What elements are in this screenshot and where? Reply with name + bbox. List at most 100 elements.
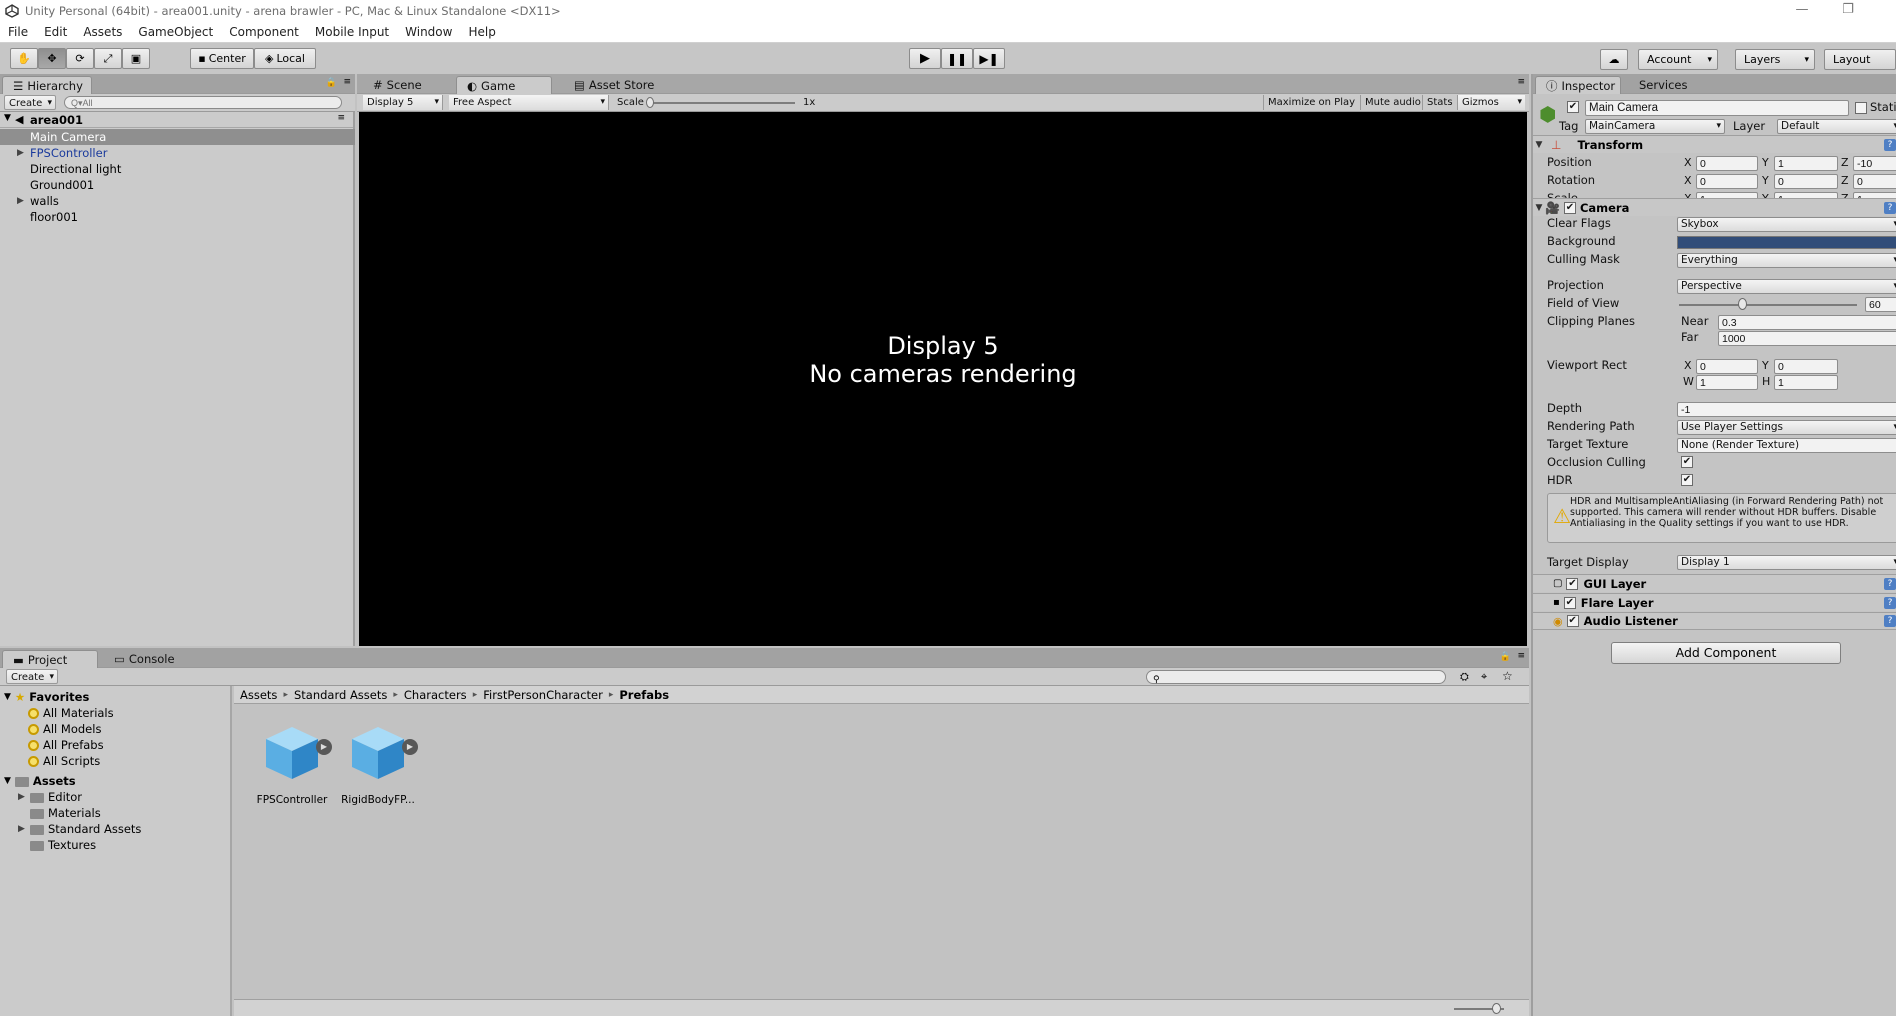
help-icon[interactable]: ? xyxy=(1884,201,1896,214)
breadcrumb-item[interactable]: Prefabs xyxy=(619,688,669,702)
favorites-header[interactable]: ▼ ★ Favorites xyxy=(4,690,89,704)
target-display-dropdown[interactable]: Display 1 xyxy=(1677,555,1896,570)
panel-menu-icon[interactable]: ≡ xyxy=(1517,77,1525,87)
gizmos-dropdown[interactable]: Gizmos xyxy=(1457,95,1525,110)
transform-z-input[interactable] xyxy=(1853,174,1896,189)
pause-button[interactable]: ❚❚ xyxy=(941,48,973,69)
scale-tool-button[interactable]: ⤢ xyxy=(94,48,122,69)
menu-assets[interactable]: Assets xyxy=(75,25,130,39)
projection-dropdown[interactable]: Perspective xyxy=(1677,279,1896,294)
audio-listener-header[interactable]: ◉ ✔ Audio Listener ? xyxy=(1533,612,1896,630)
folder-item[interactable]: Materials xyxy=(18,806,101,820)
layout-dropdown[interactable]: Layout xyxy=(1824,49,1896,70)
breadcrumb-item[interactable]: Standard Assets xyxy=(294,688,387,702)
rotate-tool-button[interactable]: ⟳ xyxy=(66,48,94,69)
rendering-path-dropdown[interactable]: Use Player Settings xyxy=(1677,420,1896,435)
hierarchy-create-button[interactable]: Create xyxy=(4,95,56,111)
culling-mask-dropdown[interactable]: Everything xyxy=(1677,253,1896,268)
menu-file[interactable]: File xyxy=(0,25,36,39)
flare-layer-checkbox[interactable]: ✔ xyxy=(1563,596,1576,609)
expand-prefab-icon[interactable]: ▶ xyxy=(316,739,332,755)
gui-layer-checkbox[interactable]: ✔ xyxy=(1566,577,1579,590)
asset-item-rigidbodyfp[interactable]: ▶ RigidBodyFP... xyxy=(336,723,420,806)
transform-z-input[interactable] xyxy=(1853,156,1896,171)
tab-scene[interactable]: # Scene xyxy=(363,76,432,94)
viewport-w-input[interactable] xyxy=(1696,375,1758,390)
transform-x-input[interactable] xyxy=(1696,156,1758,171)
background-color-field[interactable] xyxy=(1677,236,1896,249)
object-name-input[interactable] xyxy=(1585,100,1849,116)
menu-window[interactable]: Window xyxy=(397,25,460,39)
viewport-h-input[interactable] xyxy=(1774,375,1838,390)
lock-icon[interactable]: 🔒 xyxy=(326,78,337,88)
tab-asset-store[interactable]: ▤ Asset Store xyxy=(564,76,664,94)
audio-listener-checkbox[interactable]: ✔ xyxy=(1566,615,1579,627)
project-search-input[interactable]: ⚲ xyxy=(1146,670,1446,685)
expand-arrow-icon[interactable]: ▶ xyxy=(17,145,24,161)
help-icon[interactable]: ? xyxy=(1884,577,1896,590)
near-input[interactable] xyxy=(1718,315,1896,330)
tag-dropdown[interactable]: MainCamera xyxy=(1585,119,1725,134)
layers-dropdown[interactable]: Layers ▾ xyxy=(1735,49,1815,70)
panel-menu-icon[interactable]: ≡ xyxy=(1517,651,1525,661)
expand-arrow-icon[interactable]: ▼ xyxy=(1533,140,1545,150)
help-icon[interactable]: ? xyxy=(1884,138,1896,151)
fov-input[interactable] xyxy=(1865,297,1896,312)
expand-arrow-icon[interactable]: ▼ xyxy=(4,692,11,702)
folder-item[interactable]: ▶ Standard Assets xyxy=(18,822,141,836)
help-icon[interactable]: ? xyxy=(1884,615,1896,627)
expand-arrow-icon[interactable]: ▶ xyxy=(18,792,26,802)
asset-item-fpscontroller[interactable]: ▶ FPSController xyxy=(250,723,334,806)
tab-game[interactable]: ◐ Game xyxy=(456,76,552,94)
menu-edit[interactable]: Edit xyxy=(36,25,75,39)
breadcrumb-item[interactable]: Assets xyxy=(240,688,277,702)
play-button[interactable]: ▶ xyxy=(909,48,941,69)
hierarchy-item[interactable]: floor001 xyxy=(0,209,355,225)
help-icon[interactable]: ? xyxy=(1884,596,1896,609)
tab-services[interactable]: Services xyxy=(1629,76,1698,94)
hdr-checkbox[interactable]: ✔ xyxy=(1681,474,1693,486)
expand-arrow-icon[interactable]: ▶ xyxy=(18,824,26,834)
gui-layer-header[interactable]: ▢ ✔ GUI Layer ? xyxy=(1533,574,1896,592)
folder-item[interactable]: ▶ Editor xyxy=(18,790,82,804)
favorite-item[interactable]: All Scripts xyxy=(28,754,100,768)
fov-slider-thumb[interactable] xyxy=(1738,298,1747,310)
game-viewport[interactable]: Display 5 No cameras rendering xyxy=(359,112,1527,646)
tab-hierarchy[interactable]: ☰ Hierarchy xyxy=(2,76,92,94)
display-dropdown[interactable]: Display 5 xyxy=(363,95,443,110)
tab-project[interactable]: ▬ Project xyxy=(2,650,98,668)
menu-gameobject[interactable]: GameObject xyxy=(130,25,221,39)
favorite-item[interactable]: All Prefabs xyxy=(28,738,104,752)
hierarchy-item[interactable]: Directional light xyxy=(0,161,355,177)
favorite-item[interactable]: All Models xyxy=(28,722,101,736)
transform-y-input[interactable] xyxy=(1774,174,1838,189)
filter-by-label-icon[interactable]: ⌖ xyxy=(1481,670,1487,684)
transform-y-input[interactable] xyxy=(1774,156,1838,171)
step-button[interactable]: ▶❚ xyxy=(973,48,1005,69)
favorite-star-icon[interactable]: ☆ xyxy=(1502,669,1513,683)
close-button[interactable] xyxy=(1850,0,1896,22)
lock-icon[interactable]: 🔒 xyxy=(1500,652,1511,662)
hierarchy-item[interactable]: ▶ walls xyxy=(0,193,355,209)
icon-size-slider-thumb[interactable] xyxy=(1492,1003,1501,1014)
maximize-on-play-toggle[interactable]: Maximize on Play xyxy=(1263,95,1359,110)
filter-by-type-icon[interactable]: ⛭ xyxy=(1460,670,1469,684)
cloud-button[interactable]: ☁ xyxy=(1600,49,1628,70)
expand-arrow-icon[interactable]: ▶ xyxy=(17,193,24,209)
mute-audio-toggle[interactable]: Mute audio xyxy=(1360,95,1425,110)
project-create-button[interactable]: Create xyxy=(6,669,58,685)
breadcrumb-item[interactable]: Characters xyxy=(404,688,467,702)
aspect-dropdown[interactable]: Free Aspect xyxy=(449,95,609,110)
expand-arrow-icon[interactable]: ▼ xyxy=(4,113,11,123)
viewport-x-input[interactable] xyxy=(1696,359,1758,374)
hand-tool-button[interactable]: ✋ xyxy=(10,48,38,69)
move-tool-button[interactable]: ✥ xyxy=(38,48,66,69)
hierarchy-search-input[interactable] xyxy=(64,96,342,109)
add-component-button[interactable]: Add Component xyxy=(1611,642,1841,664)
clear-flags-dropdown[interactable]: Skybox xyxy=(1677,217,1896,232)
folder-item[interactable]: Textures xyxy=(18,838,96,852)
scale-slider[interactable] xyxy=(647,102,795,104)
favorite-item[interactable]: All Materials xyxy=(28,706,114,720)
scale-slider-thumb[interactable] xyxy=(646,97,654,108)
hierarchy-item[interactable]: Main Camera xyxy=(0,129,355,145)
